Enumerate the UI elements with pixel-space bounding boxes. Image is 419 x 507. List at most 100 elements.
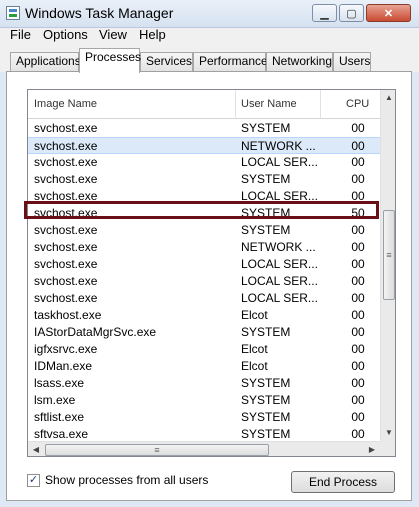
process-cpu: 00 [351,393,365,407]
show-all-users-checkbox[interactable]: ✓ [27,473,40,487]
processes-panel: Image Name User Name CPU svchost.exe SYST… [6,71,412,501]
process-user-name: LOCAL SER... [241,189,318,203]
table-row[interactable]: igfxsrvc.exe Elcot 00 [28,341,380,358]
scroll-up-icon[interactable]: ▲ [381,90,395,106]
table-row[interactable]: lsm.exe SYSTEM 00 [28,392,380,409]
process-user-name: LOCAL SER... [241,155,318,169]
process-cpu: 00 [351,189,365,203]
column-divider[interactable] [320,90,321,119]
process-image-name: igfxsrvc.exe [34,342,98,356]
process-user-name: Elcot [241,308,268,322]
table-row[interactable]: IDMan.exe Elcot 00 [28,358,380,375]
process-image-name: IAStorDataMgrSvc.exe [34,325,157,339]
table-row[interactable]: svchost.exe NETWORK ... 00 [28,239,380,256]
tab-performance[interactable]: Performance [193,52,268,72]
table-row[interactable]: svchost.exe SYSTEM 50 [28,205,380,222]
process-image-name: IDMan.exe [34,359,93,373]
process-image-name: svchost.exe [34,139,98,153]
table-row[interactable]: lsass.exe SYSTEM 00 [28,375,380,392]
table-row[interactable]: svchost.exe SYSTEM 00 [28,171,380,188]
process-cpu: 00 [351,325,365,339]
table-row[interactable]: svchost.exe SYSTEM 00 [28,120,380,137]
process-image-name: svchost.exe [34,172,98,186]
process-cpu: 00 [351,139,365,153]
scroll-left-icon[interactable]: ◀ [28,442,44,456]
process-user-name: SYSTEM [241,325,291,339]
process-user-name: SYSTEM [241,121,291,135]
menu-help[interactable]: Help [139,28,166,42]
tab-applications[interactable]: Applications [10,52,81,72]
process-user-name: SYSTEM [241,206,291,220]
column-header: Image Name User Name CPU [28,90,380,119]
process-user-name: NETWORK ... [241,139,316,153]
table-row[interactable]: svchost.exe LOCAL SER... 00 [28,188,380,205]
column-user-name[interactable]: User Name [235,90,320,119]
show-all-users-option[interactable]: ✓ Show processes from all users [27,472,208,488]
process-cpu: 00 [351,155,365,169]
process-image-name: lsass.exe [34,376,85,390]
column-image-name[interactable]: Image Name [28,90,235,119]
process-user-name: SYSTEM [241,376,291,390]
minimize-button[interactable]: ▁ [312,4,337,22]
process-image-name: svchost.exe [34,155,98,169]
process-image-name: svchost.exe [34,240,98,254]
tab-users[interactable]: Users [333,52,371,72]
process-image-name: svchost.exe [34,257,98,271]
process-image-name: taskhost.exe [34,308,102,322]
menu-view[interactable]: View [99,28,127,42]
process-image-name: svchost.exe [34,189,98,203]
tab-networking[interactable]: Networking [266,52,333,72]
table-row[interactable]: svchost.exe LOCAL SER... 00 [28,154,380,171]
title-bar[interactable]: Windows Task Manager ▁ ▢ ✕ [0,0,419,28]
process-image-name: svchost.exe [34,223,98,237]
process-cpu: 00 [351,359,365,373]
table-row[interactable]: taskhost.exe Elcot 00 [28,307,380,324]
table-row[interactable]: svchost.exe LOCAL SER... 00 [28,290,380,307]
vertical-scroll-thumb[interactable]: ≡ [383,210,395,300]
process-user-name: Elcot [241,359,268,373]
scroll-down-icon[interactable]: ▼ [381,425,395,441]
process-user-name: SYSTEM [241,223,291,237]
checkmark-icon: ✓ [28,473,39,486]
process-cpu: 50 [351,206,365,220]
table-row[interactable]: svchost.exe NETWORK ... 00 [28,137,380,154]
process-cpu: 00 [351,240,365,254]
process-user-name: SYSTEM [241,393,291,407]
tab-processes[interactable]: Processes [79,48,141,73]
table-row[interactable]: sftlist.exe SYSTEM 00 [28,409,380,426]
table-row[interactable]: svchost.exe LOCAL SER... 00 [28,273,380,290]
menu-file[interactable]: File [10,28,31,42]
menu-bar: File Options View Help [0,28,419,46]
process-cpu: 00 [351,308,365,322]
menu-options[interactable]: Options [43,28,88,42]
maximize-button[interactable]: ▢ [339,4,364,22]
end-process-button[interactable]: End Process [291,471,395,493]
horizontal-scroll-thumb[interactable]: ≡ [45,444,269,456]
process-user-name: LOCAL SER... [241,291,318,305]
table-row[interactable]: IAStorDataMgrSvc.exe SYSTEM 00 [28,324,380,341]
scroll-right-icon[interactable]: ▶ [364,442,380,456]
tab-services[interactable]: Services [140,52,193,72]
process-cpu: 00 [351,274,365,288]
process-user-name: LOCAL SER... [241,257,318,271]
process-user-name: Elcot [241,342,268,356]
process-cpu: 00 [351,223,365,237]
process-user-name: SYSTEM [241,410,291,424]
vertical-scrollbar[interactable]: ▲ ≡ ▼ [380,90,395,441]
process-user-name: NETWORK ... [241,240,316,254]
horizontal-scrollbar[interactable]: ◀ ≡ ▶ [28,441,380,456]
process-cpu: 00 [351,172,365,186]
close-button[interactable]: ✕ [366,4,411,22]
process-cpu: 00 [351,410,365,424]
process-list[interactable]: Image Name User Name CPU svchost.exe SYST… [27,89,396,457]
task-manager-icon [6,6,20,20]
scrollbar-corner [380,441,395,456]
process-cpu: 00 [351,291,365,305]
show-all-users-label[interactable]: Show processes from all users [45,473,208,487]
tab-strip: Applications Processes Services Performa… [0,46,419,73]
process-image-name: svchost.exe [34,291,98,305]
table-row[interactable]: svchost.exe LOCAL SER... 00 [28,256,380,273]
column-cpu[interactable]: CPU [340,90,380,119]
process-user-name: LOCAL SER... [241,274,318,288]
table-row[interactable]: svchost.exe SYSTEM 00 [28,222,380,239]
